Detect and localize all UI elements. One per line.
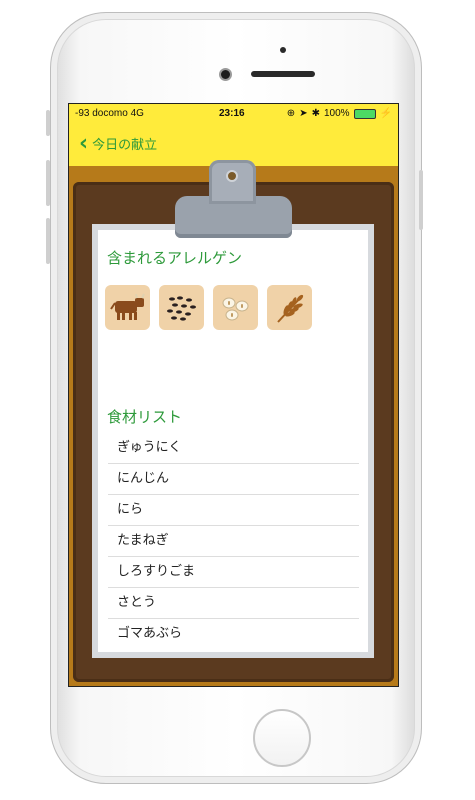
ingredients-title: 食材リスト (107, 408, 183, 426)
allergen-wheat[interactable] (267, 285, 312, 330)
charging-icon: ⚡ (379, 108, 392, 119)
app-screen: -93 docomo 4G 23:16 ⊕ ➤ ✱ 100% ⚡ ‹ 今日の献立… (68, 103, 399, 687)
earpiece-speaker (251, 71, 315, 77)
ingredient-list: ぎゅうにく にんじん にら たまねぎ しろすりごま さとう ゴマあぶら (108, 433, 359, 649)
status-bar: -93 docomo 4G 23:16 ⊕ ➤ ✱ 100% ⚡ (69, 104, 398, 124)
allergens-title: 含まれるアレルゲン (107, 249, 243, 267)
wheat-icon (276, 294, 303, 323)
list-item[interactable]: にんじん (108, 464, 359, 495)
allergen-beef[interactable] (105, 285, 150, 330)
front-camera (219, 68, 232, 81)
mute-switch[interactable] (46, 110, 50, 136)
back-button[interactable]: ‹ 今日の献立 (79, 130, 158, 156)
list-item[interactable]: ゴマあぶら (108, 619, 359, 649)
soybean-icon (222, 297, 248, 320)
volume-down-button[interactable] (46, 218, 50, 264)
sesame-icon (166, 295, 196, 321)
back-button-label: 今日の献立 (92, 138, 158, 153)
clip-hole (226, 170, 238, 182)
orientation-lock-icon: ⊕ (286, 108, 296, 119)
list-item[interactable]: しろすりごま (108, 557, 359, 588)
cow-icon (109, 293, 145, 320)
proximity-sensor (280, 47, 286, 53)
chevron-left-icon: ‹ (79, 130, 89, 156)
allergen-sesame[interactable] (159, 285, 204, 330)
power-button[interactable] (419, 170, 423, 230)
list-item[interactable]: たまねぎ (108, 526, 359, 557)
volume-up-button[interactable] (46, 160, 50, 206)
bluetooth-icon: ✱ (311, 108, 320, 119)
home-button[interactable] (253, 709, 311, 767)
battery-icon (353, 108, 376, 119)
status-icons: ⊕ ➤ ✱ 100% ⚡ (287, 108, 392, 119)
battery-percent: 100% (323, 108, 350, 119)
clip-top (209, 160, 256, 204)
list-item[interactable]: ぎゅうにく (108, 433, 359, 464)
allergen-soybean[interactable] (213, 285, 258, 330)
clock: 23:16 (219, 108, 245, 119)
list-item[interactable]: にら (108, 495, 359, 526)
allergen-list (105, 285, 312, 330)
list-item[interactable]: さとう (108, 588, 359, 619)
carrier-signal: -93 docomo 4G (75, 108, 144, 119)
location-arrow-icon: ➤ (299, 108, 308, 119)
